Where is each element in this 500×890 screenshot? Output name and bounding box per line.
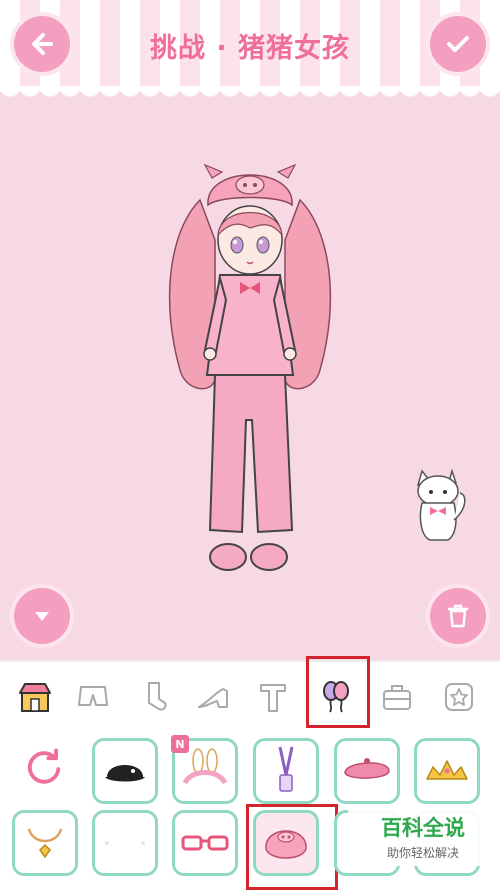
arrow-left-icon: [32, 33, 53, 55]
cap-icon: [105, 765, 145, 782]
tab-bags[interactable]: [374, 674, 420, 720]
refresh-icon: [27, 748, 61, 784]
dressup-canvas: [0, 100, 500, 660]
tab-socks[interactable]: [130, 674, 176, 720]
t-icon: [260, 684, 286, 712]
chevron-down-icon: [35, 612, 49, 621]
empty-slot-icon: [105, 841, 145, 845]
item-black-cap[interactable]: [92, 738, 158, 804]
back-button[interactable]: [14, 16, 70, 72]
selected-item-highlight: [246, 804, 338, 890]
lanyard-icon: [278, 746, 294, 792]
trash-icon: [447, 604, 469, 628]
tab-tops[interactable]: [250, 674, 296, 720]
page-title: 挑战 · 猪猪女孩: [149, 33, 351, 64]
tab-favorites[interactable]: [436, 674, 482, 720]
watermark-title: 百科全说: [381, 816, 465, 840]
item-empty-slot[interactable]: [92, 810, 158, 876]
delete-button[interactable]: [430, 588, 486, 644]
reset-button[interactable]: [16, 734, 72, 800]
item-gold-necklace[interactable]: [12, 810, 78, 876]
item-pink-beret[interactable]: [334, 738, 400, 804]
new-badge: N: [171, 735, 189, 753]
watermark-logo: 百科全说 助你轻松解决: [348, 806, 498, 866]
item-lanyard[interactable]: [253, 738, 319, 804]
beret-icon: [344, 758, 390, 779]
shop-icon: [19, 683, 51, 712]
watermark-subtitle: 助你轻松解决: [386, 846, 459, 860]
scallop-border: [0, 86, 500, 100]
tiara-icon: [426, 760, 468, 780]
necklace-icon: [27, 828, 63, 859]
high-heel-icon: [198, 688, 228, 708]
item-gold-tiara[interactable]: [414, 738, 480, 804]
collapse-button[interactable]: [14, 588, 70, 644]
check-icon: [447, 36, 469, 52]
selected-tab-highlight: [306, 656, 370, 728]
shorts-icon: [78, 686, 108, 706]
confirm-button[interactable]: [430, 16, 486, 72]
item-bunny-headband[interactable]: N: [171, 735, 238, 804]
star-icon: [445, 683, 473, 711]
sock-icon: [148, 682, 167, 711]
glasses-icon: [181, 835, 229, 851]
tab-shop[interactable]: [12, 674, 58, 720]
item-pink-glasses[interactable]: [172, 810, 238, 876]
bag-icon: [383, 685, 411, 710]
girl-character: [168, 163, 332, 571]
tab-bottoms[interactable]: [70, 674, 116, 720]
tab-shoes[interactable]: [190, 674, 236, 720]
cat-pet: [416, 468, 466, 541]
